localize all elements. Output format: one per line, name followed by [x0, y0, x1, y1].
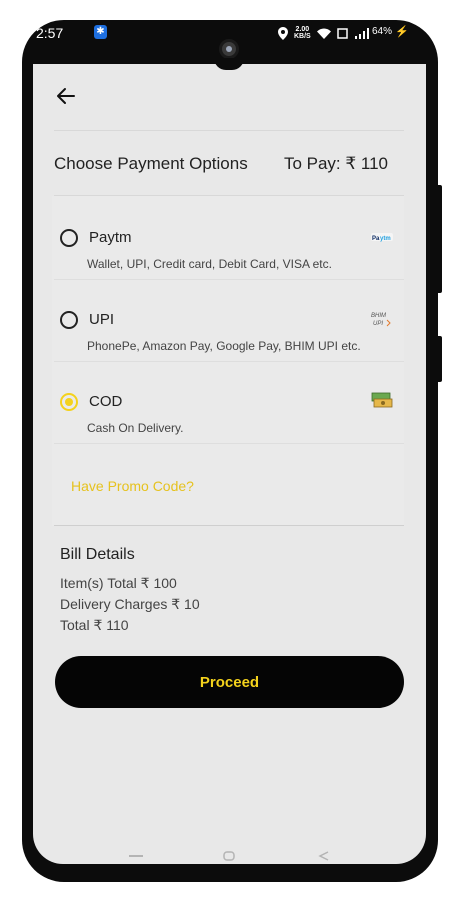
header-divider — [54, 130, 404, 131]
option-description: PhonePe, Amazon Pay, Google Pay, BHIM UP… — [87, 339, 361, 353]
delivery-charges: Delivery Charges ₹ 10 — [60, 596, 200, 612]
network-speed: 2.00 KB/S — [294, 26, 311, 40]
phone-side-button — [436, 336, 442, 382]
upi-radio[interactable] — [60, 311, 78, 329]
battery-charging-icon: ⚡ — [395, 26, 409, 38]
option-description: Wallet, UPI, Credit card, Debit Card, VI… — [87, 257, 332, 271]
paytm-logo: Pa ytm — [371, 233, 393, 242]
promo-code-link[interactable]: Have Promo Code? — [71, 478, 194, 494]
bill-total: Total ₹ 110 — [60, 617, 129, 633]
location-icon — [278, 26, 288, 40]
arrow-left-icon — [57, 88, 75, 104]
phone-side-button — [436, 185, 442, 293]
svg-text:BHIM: BHIM — [371, 313, 386, 319]
option-divider — [54, 361, 404, 362]
bill-details-title: Bill Details — [60, 546, 135, 563]
svg-text:UPI: UPI — [373, 321, 383, 327]
svg-text:ytm: ytm — [380, 236, 391, 242]
back-button[interactable] — [56, 86, 78, 108]
option-name: COD — [89, 393, 123, 410]
recents-nav-icon[interactable] — [128, 851, 144, 861]
battery-level: 64% — [372, 26, 393, 37]
front-camera — [219, 39, 239, 59]
back-nav-icon[interactable] — [318, 851, 330, 861]
option-description: Cash On Delivery. — [87, 421, 184, 435]
wifi-icon — [316, 28, 331, 39]
to-pay-amount: To Pay: ₹ 110 — [283, 154, 388, 173]
status-time: 2:57 — [36, 25, 64, 41]
card-bottom-divider — [54, 525, 404, 526]
page-title: Choose Payment Options — [54, 154, 248, 173]
option-name: UPI — [89, 311, 115, 328]
option-name: Paytm — [89, 229, 132, 246]
cash-icon — [371, 392, 393, 408]
items-total: Item(s) Total ₹ 100 — [60, 575, 177, 591]
proceed-label: Proceed — [199, 673, 260, 691]
sim-icon — [336, 27, 348, 39]
bluetooth-icon: ✱ — [94, 25, 107, 39]
signal-icon — [354, 27, 369, 39]
svg-text:Pa: Pa — [372, 236, 380, 242]
paytm-radio[interactable] — [60, 229, 78, 247]
home-nav-icon[interactable] — [222, 851, 236, 861]
proceed-button[interactable]: Proceed — [55, 656, 404, 708]
status-icons: 2.00 KB/S — [278, 25, 369, 41]
bhim-upi-logo: BHIM UPI — [371, 313, 391, 327]
option-divider — [54, 443, 404, 444]
cod-radio[interactable] — [60, 393, 78, 411]
option-divider — [54, 279, 404, 280]
